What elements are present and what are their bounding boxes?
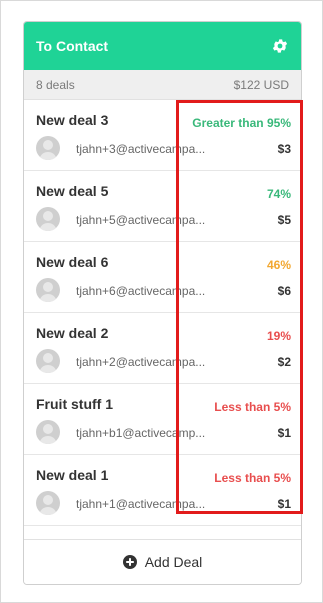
deal-title[interactable]: New deal 1 <box>36 467 108 483</box>
deal-card[interactable]: Fruit stuff 1 Less than 5% tjahn+b1@acti… <box>24 384 301 455</box>
deal-title[interactable]: New deal 6 <box>36 254 108 270</box>
contact-email[interactable]: tjahn+1@activecampa... <box>76 497 216 511</box>
contact-email[interactable]: tjahn+5@activecampa... <box>76 213 216 227</box>
deal-title[interactable]: Fruit stuff 1 <box>36 396 113 412</box>
avatar <box>36 207 60 231</box>
deal-probability: 19% <box>266 329 291 343</box>
deal-probability: Less than 5% <box>214 400 291 414</box>
add-deal-button[interactable]: Add Deal <box>24 539 301 584</box>
board-panel: To Contact 8 deals $122 USD New deal 3 G… <box>0 0 323 603</box>
deal-title[interactable]: New deal 2 <box>36 325 108 341</box>
deal-list: New deal 3 Greater than 95% tjahn+3@acti… <box>24 100 301 526</box>
deal-card[interactable]: New deal 3 Greater than 95% tjahn+3@acti… <box>24 100 301 171</box>
contact-email[interactable]: tjahn+6@activecampa... <box>76 284 216 298</box>
avatar <box>36 136 60 160</box>
deal-value: $2 <box>277 355 291 369</box>
column-title: To Contact <box>36 38 109 54</box>
avatar <box>36 491 60 515</box>
contact-email[interactable]: tjahn+b1@activecamp... <box>76 426 216 440</box>
deal-probability: Greater than 95% <box>192 116 291 130</box>
column-header: To Contact <box>24 22 301 70</box>
deal-value: $5 <box>277 213 291 227</box>
deal-title[interactable]: New deal 3 <box>36 112 108 128</box>
contact-email[interactable]: tjahn+2@activecampa... <box>76 355 216 369</box>
deal-card[interactable]: New deal 5 74% tjahn+5@activecampa... $5 <box>24 171 301 242</box>
avatar <box>36 420 60 444</box>
deal-count: 8 deals <box>36 77 75 92</box>
add-deal-label: Add Deal <box>144 554 203 570</box>
gear-icon[interactable] <box>271 37 289 55</box>
deal-value: $6 <box>277 284 291 298</box>
deal-card[interactable]: New deal 1 Less than 5% tjahn+1@activeca… <box>24 455 301 526</box>
avatar <box>36 278 60 302</box>
deal-probability: Less than 5% <box>214 471 291 485</box>
deal-total: $122 USD <box>233 77 289 92</box>
deal-probability: 74% <box>266 187 291 201</box>
deal-card[interactable]: New deal 2 19% tjahn+2@activecampa... $2 <box>24 313 301 384</box>
deal-value: $1 <box>277 426 291 440</box>
deal-stage-column: To Contact 8 deals $122 USD New deal 3 G… <box>23 21 302 585</box>
deal-probability: 46% <box>266 258 291 272</box>
plus-circle-icon <box>122 555 137 569</box>
column-summary: 8 deals $122 USD <box>24 70 301 100</box>
contact-email[interactable]: tjahn+3@activecampa... <box>76 142 216 156</box>
deal-title[interactable]: New deal 5 <box>36 183 108 199</box>
deal-card[interactable]: New deal 6 46% tjahn+6@activecampa... $6 <box>24 242 301 313</box>
deal-value: $3 <box>277 142 291 156</box>
avatar <box>36 349 60 373</box>
deal-value: $1 <box>277 497 291 511</box>
